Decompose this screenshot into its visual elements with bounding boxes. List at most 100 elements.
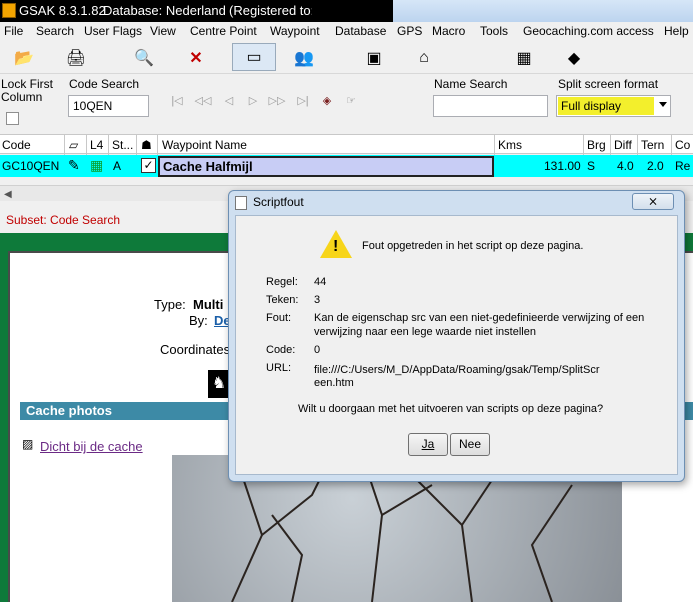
- lock-first-column-label: Lock First: [1, 77, 54, 91]
- preview-icon[interactable]: 🔍: [132, 46, 156, 70]
- user-flag-checkbox[interactable]: ✓: [141, 158, 156, 173]
- fout-label: Fout:: [266, 312, 292, 324]
- name-search-label: Name Search: [434, 77, 508, 91]
- last-record-icon[interactable]: ▷|: [292, 94, 314, 110]
- by-label: By:: [189, 313, 208, 328]
- split-screen-icon[interactable]: ▭: [232, 43, 276, 71]
- close-button[interactable]: ⨯: [632, 193, 674, 210]
- menu-bar: File Search User Flags View Centre Point…: [0, 22, 693, 40]
- col-brg[interactable]: Brg: [587, 138, 606, 152]
- col-status[interactable]: St...: [112, 138, 133, 152]
- col-tern[interactable]: Tern: [641, 138, 664, 152]
- error-message: Fout opgetreden in het script op deze pa…: [362, 240, 584, 252]
- script-error-dialog: Scriptfout ⨯ ! Fout opgetreden in het sc…: [228, 190, 685, 482]
- type-value: Multi: [193, 297, 224, 312]
- type-label: Type:: [154, 297, 186, 312]
- delete-icon[interactable]: ✕: [184, 46, 208, 70]
- url-label: URL:: [266, 362, 292, 374]
- grid-header: Code ▱ L4 St... ☗ Waypoint Name Kms Brg …: [0, 134, 693, 155]
- code-search-input[interactable]: 10QEN: [68, 95, 149, 117]
- yes-button[interactable]: Ja: [408, 433, 448, 456]
- teken-value: 3: [314, 294, 321, 306]
- title-bar: GSAK 8.3.1.82 Database: Nederland (Regis…: [0, 0, 693, 22]
- continue-question: Wilt u doorgaan met het uitvoeren van sc…: [298, 403, 604, 415]
- url-value-line1: file:///C:/Users/M_D/AppData/Roaming/gsa…: [314, 364, 600, 376]
- photo-link[interactable]: Dicht bij de cache: [40, 439, 143, 454]
- open-folder-icon[interactable]: 📂: [12, 46, 36, 70]
- pointer-icon[interactable]: ☞: [340, 94, 362, 110]
- name-search-input[interactable]: [433, 95, 548, 117]
- prev-page-icon[interactable]: ◁◁: [192, 94, 214, 110]
- lock-first-column-label-2: Column: [1, 90, 43, 104]
- menu-macro[interactable]: Macro: [432, 24, 465, 38]
- prev-record-icon[interactable]: ◁: [218, 94, 240, 110]
- menu-user-flags[interactable]: User Flags: [84, 24, 142, 38]
- users-icon[interactable]: 👥: [292, 46, 316, 70]
- eraser-icon[interactable]: ◈: [316, 94, 338, 110]
- url-value-line2: een.htm: [314, 377, 354, 389]
- print-icon[interactable]: 🖨: [64, 46, 88, 70]
- regel-label: Regel:: [266, 276, 298, 288]
- gps-icon[interactable]: ▣: [362, 46, 386, 70]
- menu-view[interactable]: View: [150, 24, 176, 38]
- menu-help[interactable]: Help: [664, 24, 689, 38]
- cell-co: Re: [675, 159, 691, 173]
- subset-label: Subset: Code Search: [6, 213, 121, 227]
- cell-diff: 4.0: [617, 159, 634, 173]
- cell-status: A: [113, 159, 122, 173]
- gsak-app-icon: [2, 3, 16, 18]
- home-icon[interactable]: ⌂: [412, 46, 436, 70]
- logs-icon: ✎: [68, 157, 80, 173]
- fout-value-line2: verwijzing naar een lege waarde niet ins…: [314, 326, 536, 338]
- next-page-icon[interactable]: ▷▷: [266, 94, 288, 110]
- teken-label: Teken:: [266, 294, 299, 306]
- code-label: Code:: [266, 344, 296, 356]
- regel-value: 44: [314, 276, 327, 288]
- cell-waypoint-name[interactable]: Cache Halfmijl: [158, 156, 494, 177]
- split-screen-select[interactable]: Full display: [556, 95, 671, 117]
- code-search-label: Code Search: [69, 77, 140, 91]
- menu-database[interactable]: Database: [335, 24, 386, 38]
- app-version: GSAK 8.3.1.82: [19, 3, 106, 18]
- col-code[interactable]: Code: [2, 138, 31, 152]
- toolbar: 📂 🖨 🔍 ✕ ▭ 👥 ▣ ⌂ ▦ ◆: [0, 40, 693, 74]
- warning-mark: !: [333, 238, 339, 255]
- col-person-icon[interactable]: ☗: [141, 138, 152, 152]
- page-icon: [235, 196, 247, 210]
- col-l4[interactable]: L4: [90, 138, 103, 152]
- code-value: 0: [314, 344, 321, 356]
- registered-to: (Registered to:: [229, 3, 315, 18]
- menu-geocaching-access[interactable]: Geocaching.com access: [523, 24, 654, 38]
- cell-kms: 131.00: [544, 159, 581, 173]
- cell-brg: S: [587, 159, 596, 173]
- next-record-icon[interactable]: ▷: [242, 94, 264, 110]
- col-diff[interactable]: Diff: [614, 138, 632, 152]
- split-screen-value: Full display: [558, 97, 654, 115]
- grid-icon: ▦: [90, 157, 104, 173]
- chevron-down-icon: [659, 102, 667, 107]
- menu-gps[interactable]: GPS: [397, 24, 422, 38]
- scroll-left-icon[interactable]: ◀: [4, 189, 12, 200]
- menu-search[interactable]: Search: [36, 24, 74, 38]
- no-button[interactable]: Nee: [450, 433, 490, 456]
- cell-tern: 2.0: [647, 159, 664, 173]
- col-co[interactable]: Co: [675, 138, 690, 152]
- fout-value-line1: Kan de eigenschap src van een niet-gedef…: [314, 312, 645, 324]
- redacted-name: [312, 2, 392, 20]
- macro-icon[interactable]: ◆: [562, 46, 586, 70]
- geocaching-icon[interactable]: ▦: [512, 46, 536, 70]
- coordinates-label: Coordinates: [160, 342, 231, 357]
- menu-waypoint[interactable]: Waypoint: [270, 24, 320, 38]
- col-logs-icon[interactable]: ▱: [69, 138, 78, 152]
- menu-tools[interactable]: Tools: [480, 24, 508, 38]
- menu-centre-point[interactable]: Centre Point: [190, 24, 257, 38]
- dialog-title: Scriptfout: [253, 195, 304, 209]
- table-row[interactable]: GC10QEN ✎ ▦ A ✓ Cache Halfmijl 131.00 S …: [0, 155, 693, 177]
- cell-code[interactable]: GC10QEN: [2, 159, 59, 173]
- col-kms[interactable]: Kms: [498, 138, 522, 152]
- search-row: Lock First Column Code Search 10QEN |◁ ◁…: [0, 74, 693, 132]
- menu-file[interactable]: File: [4, 24, 23, 38]
- col-waypoint-name[interactable]: Waypoint Name: [162, 138, 247, 152]
- lock-first-column-checkbox[interactable]: [6, 112, 19, 125]
- first-record-icon[interactable]: |◁: [166, 94, 188, 110]
